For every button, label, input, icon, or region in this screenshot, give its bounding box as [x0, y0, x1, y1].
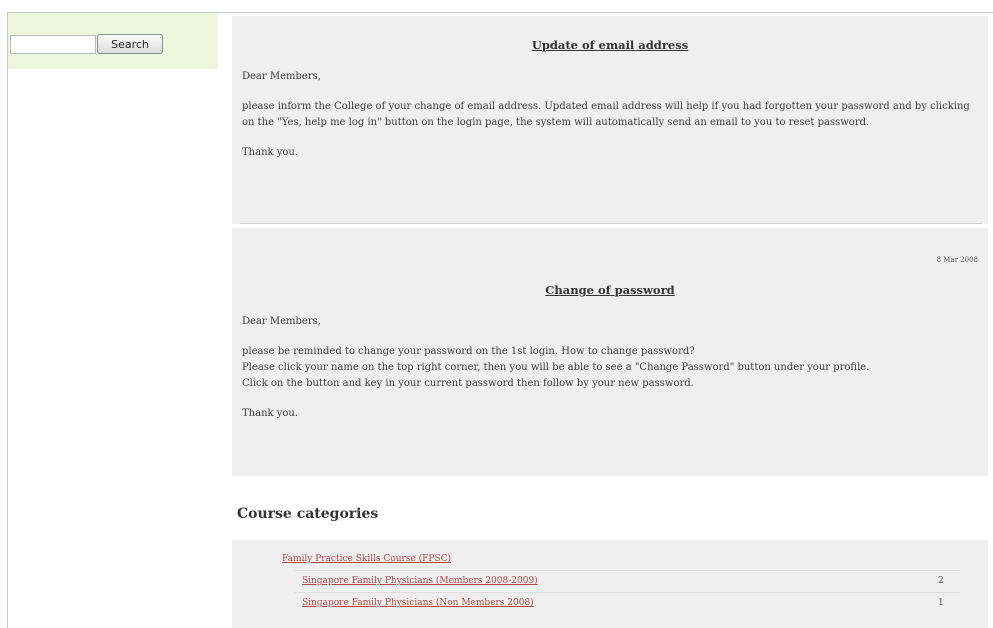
- search-input[interactable]: [10, 35, 96, 54]
- course-categories-heading: Course categories: [237, 506, 379, 522]
- course-count: 2: [938, 576, 944, 586]
- news-date: 8 Mar 2008: [936, 256, 978, 264]
- course-category-link[interactable]: Singapore Family Physicians (Members 200…: [302, 576, 538, 586]
- news-post-password: 8 Mar 2008 Change of password Dear Membe…: [232, 228, 988, 476]
- news-body-line: Click on the button and key in your curr…: [242, 378, 694, 389]
- news-body: please inform the College of your change…: [242, 101, 970, 128]
- news-closing: Thank you.: [242, 408, 299, 419]
- category-row-divider: [295, 592, 960, 593]
- course-count: 1: [938, 598, 944, 608]
- category-row-divider: [295, 570, 960, 571]
- news-body-line: Please click your name on the top right …: [242, 362, 870, 373]
- news-title-password: Change of password: [545, 283, 675, 297]
- news-post-email: Update of email address Dear Members, pl…: [232, 16, 988, 224]
- news-title-email: Update of email address: [531, 38, 689, 52]
- search-button[interactable]: Search: [97, 34, 163, 54]
- news-greeting: Dear Members,: [242, 71, 321, 82]
- news-body-line: please be reminded to change your passwo…: [242, 346, 695, 357]
- course-category-link[interactable]: Singapore Family Physicians (Non Members…: [302, 598, 534, 608]
- news-closing: Thank you.: [242, 147, 299, 158]
- news-greeting: Dear Members,: [242, 316, 321, 327]
- course-category-parent-link[interactable]: Family Practice Skills Course (FPSC): [282, 554, 451, 564]
- news-divider: [240, 223, 982, 224]
